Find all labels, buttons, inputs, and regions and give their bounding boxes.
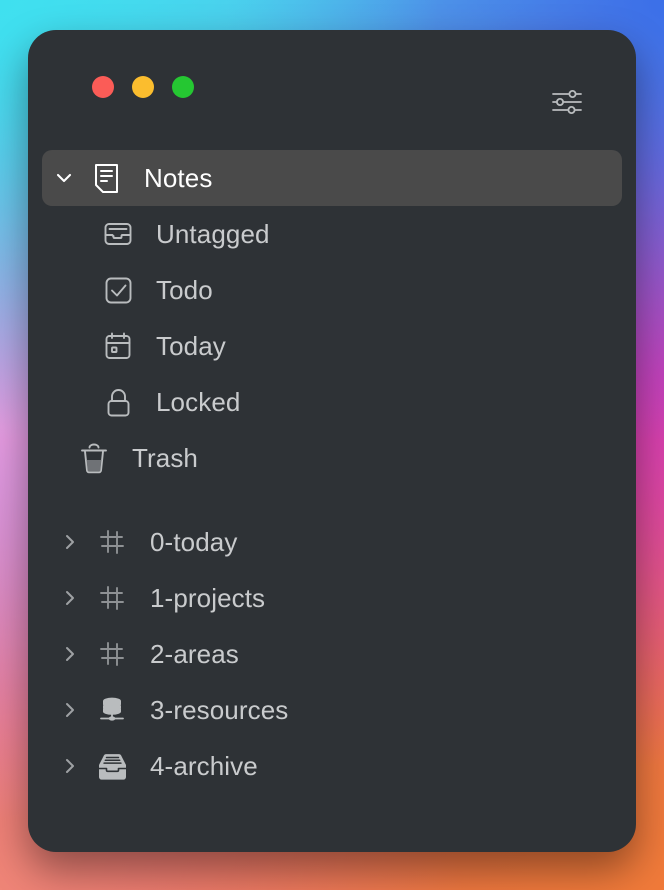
maximize-button[interactable]: [172, 76, 194, 98]
traffic-light-controls: [92, 76, 194, 98]
trash-icon: [74, 442, 114, 475]
sidebar-item-todo[interactable]: Todo: [42, 262, 622, 318]
sidebar-item-label: 3-resources: [150, 694, 289, 725]
lock-icon: [98, 387, 138, 418]
chevron-right-icon[interactable]: [48, 588, 92, 608]
section-divider: [42, 486, 622, 514]
inbox-tray-icon: [98, 220, 138, 248]
checkbox-checked-icon: [98, 276, 138, 305]
sidebar-item-2-areas[interactable]: 2-areas: [42, 626, 622, 682]
chevron-right-icon[interactable]: [48, 644, 92, 664]
sidebar-item-label: Notes: [144, 162, 213, 193]
app-window: Notes Untagged Todo Today Locked Trash 0…: [28, 30, 636, 852]
sidebar-item-label: Locked: [156, 386, 241, 417]
chevron-down-icon[interactable]: [42, 167, 86, 189]
sidebar-item-4-archive[interactable]: 4-archive: [42, 738, 622, 794]
chevron-right-icon[interactable]: [48, 532, 92, 552]
sidebar-item-today[interactable]: Today: [42, 318, 622, 374]
calendar-icon: [98, 331, 138, 361]
crosshair-grid-icon: [92, 528, 132, 556]
archive-box-icon: [92, 753, 132, 780]
sidebar-item-3-resources[interactable]: 3-resources: [42, 682, 622, 738]
database-stack-icon: [92, 695, 132, 725]
sidebar-item-label: 1-projects: [150, 582, 266, 613]
sidebar-item-label: 2-areas: [150, 638, 239, 669]
sidebar-item-label: Trash: [132, 442, 198, 473]
window-titlebar: [28, 30, 636, 150]
close-button[interactable]: [92, 76, 114, 98]
sidebar-item-label: Todo: [156, 274, 213, 305]
sidebar-item-locked[interactable]: Locked: [42, 374, 622, 430]
chevron-right-icon[interactable]: [48, 756, 92, 776]
sidebar-item-trash[interactable]: Trash: [42, 430, 622, 486]
sidebar-item-label: Today: [156, 330, 226, 361]
sidebar-item-0-today[interactable]: 0-today: [42, 514, 622, 570]
sidebar-item-label: 0-today: [150, 526, 238, 557]
sidebar-item-untagged[interactable]: Untagged: [42, 206, 622, 262]
sliders-icon[interactable]: [550, 88, 584, 116]
crosshair-grid-icon: [92, 584, 132, 612]
note-document-icon: [86, 163, 126, 194]
sidebar-item-label: 4-archive: [150, 750, 258, 781]
sidebar-item-label: Untagged: [156, 218, 270, 249]
crosshair-grid-icon: [92, 640, 132, 668]
sidebar-item-notes[interactable]: Notes: [42, 150, 622, 206]
chevron-right-icon[interactable]: [48, 700, 92, 720]
sidebar-item-1-projects[interactable]: 1-projects: [42, 570, 622, 626]
sidebar-nav: Notes Untagged Todo Today Locked Trash 0…: [28, 150, 636, 794]
minimize-button[interactable]: [132, 76, 154, 98]
